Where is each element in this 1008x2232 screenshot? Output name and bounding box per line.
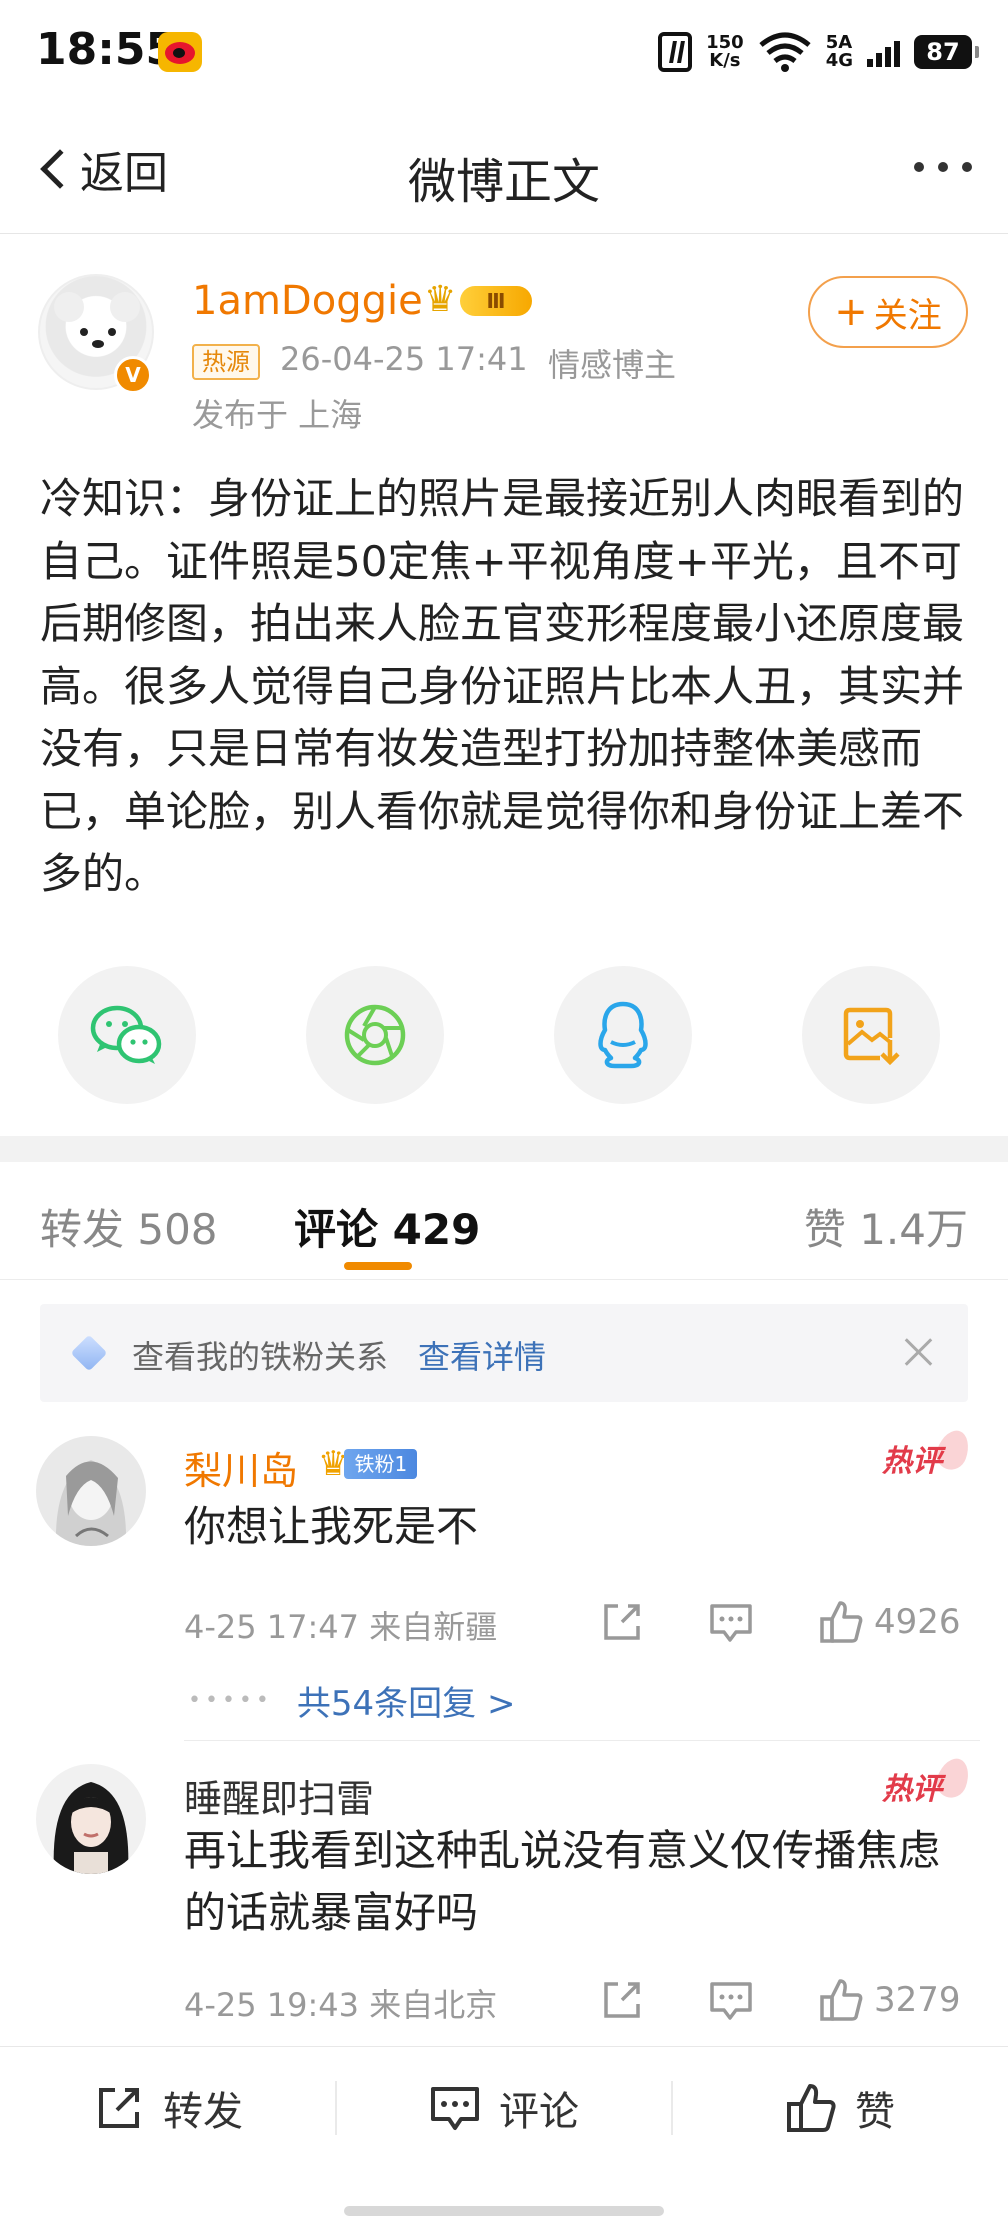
comment-reply-button[interactable] [708, 1592, 754, 1652]
wifi-icon [759, 32, 811, 72]
close-icon[interactable] [898, 1332, 938, 1372]
commenter-name[interactable]: 梨川岛 [184, 1440, 298, 1495]
comment-reply-button[interactable] [708, 1970, 754, 2030]
member-level: Ⅲ [460, 286, 532, 316]
bottom-action-bar: 转发 评论 赞 [0, 2046, 1008, 2168]
comment-like-count: 3279 [874, 1980, 961, 2020]
post-body: 冷知识：身份证上的照片是最接近别人肉眼看到的自己。证件照是50定焦+平视角度+平… [40, 474, 965, 898]
comment-button[interactable]: 评论 [336, 2047, 672, 2169]
moments-icon [344, 1004, 406, 1066]
comment-actions: 4926 [0, 1592, 1008, 1652]
thumbs-up-icon [820, 1979, 863, 2021]
hot-comment-badge: 热评 [882, 1426, 974, 1486]
post-time: 26-04-25 17:41 [280, 340, 528, 378]
comment-text: 再让我看到这种乱说没有意义仅传播焦虑的话就暴富好吗 [184, 1826, 941, 1937]
view-replies[interactable]: ••••• 共54条回复 > [188, 1676, 515, 1725]
signal-label: 5A 4G [825, 32, 853, 71]
qq-icon [598, 1001, 648, 1069]
wechat-icon [90, 1005, 162, 1064]
status-bar: 18:55 150 K/s 5A 4G 87 [0, 0, 1008, 104]
share-row [0, 966, 1008, 1106]
plus-icon: + [834, 289, 868, 335]
comment-label: 评论 [499, 2089, 579, 2135]
fan-label: 铁粉1 [344, 1449, 418, 1479]
net-speed: 150 K/s [706, 32, 744, 71]
comment-like-button[interactable]: 3279 [818, 1970, 961, 2030]
comment-item: 梨川岛 ♛ 铁粉1 热评 你想让我死是不 4-25 17:47 来自新疆 492… [0, 1426, 1008, 1736]
interaction-tabs: 转发 508 评论 429 赞 1.4万 [0, 1162, 1008, 1280]
hot-comment-badge: 热评 [882, 1754, 974, 1814]
comment-item: 睡醒即扫雷 热评 再让我看到这种乱说没有意义仅传播焦虑的话就暴富好吗 4-25 … [0, 1754, 1008, 2024]
comment-icon [710, 1604, 752, 1642]
comment-icon [710, 1982, 752, 2020]
share-qq-button[interactable] [554, 966, 692, 1104]
follow-button[interactable]: + 关注 [808, 276, 968, 348]
section-divider [0, 1136, 1008, 1162]
save-image-button[interactable] [802, 966, 940, 1104]
author-category: 情感博主 [548, 346, 677, 384]
commenter-avatar[interactable] [36, 1764, 146, 1874]
tab-likes[interactable]: 赞 1.4万 [804, 1196, 968, 1257]
cell-signal-icon [867, 37, 900, 67]
hot-source-badge: 热源 [192, 344, 260, 380]
view-replies-link[interactable]: 共54条回复 > [297, 1676, 516, 1725]
status-icons: 150 K/s 5A 4G 87 [658, 30, 979, 74]
comment-like-button[interactable]: 4926 [818, 1592, 961, 1652]
active-tab-indicator [344, 1262, 412, 1270]
tab-reposts[interactable]: 转发 508 [40, 1196, 218, 1257]
verified-icon: V [114, 356, 152, 394]
commenter-name[interactable]: 睡醒即扫雷 [184, 1768, 374, 1823]
comment-text: 你想让我死是不 [184, 1502, 479, 1551]
comment-share-button[interactable] [600, 1592, 644, 1652]
nfc-icon [658, 32, 693, 72]
comment-actions: 3279 [0, 1970, 1008, 2030]
post-location: 发布于 上海 [192, 396, 363, 434]
more-options-button[interactable] [914, 162, 972, 172]
follow-label: 关注 [873, 295, 942, 336]
like-button[interactable]: 赞 [672, 2047, 1008, 2169]
diamond-icon [70, 1334, 108, 1372]
share-icon [604, 1982, 640, 2018]
iron-fan-banner: 查看我的铁粉关系 查看详情 [40, 1304, 968, 1402]
like-label: 赞 [855, 2089, 895, 2135]
battery-icon: 87 [914, 35, 979, 69]
comment-like-count: 4926 [874, 1602, 961, 1642]
thumbs-up-icon [787, 2084, 836, 2132]
tab-comments[interactable]: 评论 429 [294, 1196, 480, 1257]
share-icon [604, 1604, 640, 1640]
member-badge[interactable]: ♛ Ⅲ [424, 280, 538, 320]
comment-share-button[interactable] [600, 1970, 644, 2030]
fan-banner-details-link[interactable]: 查看详情 [418, 1332, 546, 1378]
page-title: 微博正文 [407, 154, 600, 210]
nav-bar: 返回 微博正文 [0, 104, 1008, 234]
home-indicator[interactable] [344, 2206, 664, 2216]
share-moments-button[interactable] [306, 966, 444, 1104]
author-name[interactable]: 1amDoggie [192, 278, 423, 324]
repost-icon [99, 2088, 139, 2128]
thumbs-up-icon [820, 1601, 863, 1643]
commenter-avatar[interactable] [36, 1436, 146, 1546]
repost-label: 转发 [163, 2089, 243, 2135]
iron-fan-badge: ♛ 铁粉1 [318, 1444, 418, 1484]
fan-banner-text: 查看我的铁粉关系 [132, 1338, 389, 1376]
author-header: V 1amDoggie ♛ Ⅲ 热源 26-04-25 17:41 情感博主 发… [0, 234, 1008, 434]
comment-divider [184, 1740, 980, 1741]
repost-button[interactable]: 转发 [0, 2047, 336, 2169]
save-image-icon [843, 1007, 900, 1066]
share-wechat-button[interactable] [58, 966, 196, 1104]
weibo-app-icon [158, 32, 202, 72]
status-time: 18:55 [36, 24, 177, 75]
comment-icon [431, 2087, 479, 2130]
